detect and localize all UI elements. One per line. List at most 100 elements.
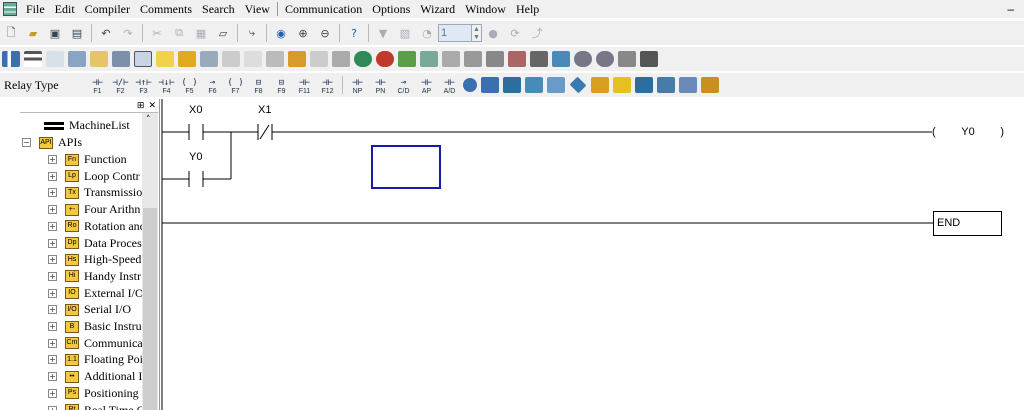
expand-icon[interactable]: + xyxy=(48,271,57,281)
pid-icon[interactable] xyxy=(481,77,499,93)
ap-button[interactable]: ⊣⊢ AP xyxy=(416,75,438,96)
step-input[interactable]: 1 xyxy=(438,24,472,42)
paste-icon[interactable]: ▦ xyxy=(191,23,211,43)
edit-cursor[interactable] xyxy=(371,145,441,189)
tree-category[interactable]: − API APIs xyxy=(22,134,82,151)
pin-panel-icon[interactable]: ⊞ xyxy=(137,101,145,111)
verify-icon[interactable] xyxy=(486,51,504,67)
menu-file[interactable]: File xyxy=(21,0,50,18)
zoom-in-icon[interactable]: ⊕ xyxy=(293,23,313,43)
f5-set-button[interactable]: ( ) F5 xyxy=(179,75,201,96)
stop-plc-icon[interactable] xyxy=(376,51,394,67)
scroll-thumb[interactable] xyxy=(143,208,157,410)
monitor-icon[interactable]: ▼ xyxy=(373,23,393,43)
io-icon[interactable] xyxy=(635,77,653,93)
close-panel-icon[interactable]: ✕ xyxy=(148,101,156,111)
list-icon[interactable] xyxy=(310,51,328,67)
device-comment-icon[interactable] xyxy=(112,51,130,67)
f6-invert-button[interactable]: ⊸ F6 xyxy=(202,75,224,96)
menu-help[interactable]: Help xyxy=(511,0,544,18)
upload-icon[interactable] xyxy=(464,51,482,67)
tree-item[interactable]: + Lp Loop Contr xyxy=(48,168,140,185)
menu-communication[interactable]: Communication xyxy=(280,0,367,18)
cd-button[interactable]: ⊸ C/D xyxy=(393,75,415,96)
search-device-icon[interactable] xyxy=(574,51,592,67)
network-icon[interactable] xyxy=(503,77,521,93)
module-icon[interactable] xyxy=(679,77,697,93)
f1-contact-button[interactable]: ⊣⊢ F1 xyxy=(87,75,109,96)
config-icon[interactable] xyxy=(530,51,548,67)
table-icon-2[interactable] xyxy=(657,77,675,93)
panel-scrollbar[interactable]: ˄ xyxy=(142,113,158,410)
pencil-icon[interactable] xyxy=(178,51,196,67)
search-text-icon[interactable] xyxy=(596,51,614,67)
help-icon[interactable]: ? xyxy=(344,23,364,43)
tree-item[interactable]: + Hs High-Speed xyxy=(48,251,141,268)
memory-icon[interactable] xyxy=(222,51,240,67)
expand-icon[interactable]: + xyxy=(48,355,57,365)
f7-coil-button[interactable]: ( ) F7 xyxy=(225,75,247,96)
expand-icon[interactable]: + xyxy=(48,238,57,248)
pn-button[interactable]: ⊣⊢ PN xyxy=(370,75,392,96)
expand-icon[interactable]: + xyxy=(48,171,57,181)
expand-icon[interactable]: + xyxy=(48,255,57,265)
tree-item[interactable]: + B Basic Instru xyxy=(48,318,142,335)
minimize-button[interactable]: – xyxy=(1007,2,1014,16)
open-folder-icon[interactable]: ▰ xyxy=(23,23,43,43)
table-icon[interactable] xyxy=(134,51,152,67)
step-spinner[interactable]: ▲ ▼ xyxy=(472,24,482,42)
expand-icon[interactable]: + xyxy=(48,205,57,215)
menu-options[interactable]: Options xyxy=(367,0,415,18)
online-icon[interactable]: ▧ xyxy=(395,23,415,43)
expand-icon[interactable]: + xyxy=(48,288,57,298)
coil-y0[interactable]: ( Y0 ) xyxy=(932,125,1004,139)
new-file-icon[interactable]: 🗋 xyxy=(1,23,21,43)
expand-icon[interactable]: + xyxy=(48,155,57,164)
undo-icon[interactable]: ↶ xyxy=(96,23,116,43)
f4-falling-button[interactable]: ⊣↓⊢ F4 xyxy=(156,75,178,96)
mail-icon[interactable] xyxy=(613,77,631,93)
pause-icon[interactable]: ● xyxy=(483,23,503,43)
block-icon[interactable] xyxy=(591,77,609,93)
download-icon[interactable] xyxy=(420,51,438,67)
printer-icon[interactable] xyxy=(618,51,636,67)
cursor-icon[interactable]: ⤷ xyxy=(242,23,262,43)
expand-icon[interactable]: + xyxy=(48,372,57,382)
f11-button[interactable]: ⊣⊢ F11 xyxy=(294,75,316,96)
compile-icon[interactable] xyxy=(68,51,86,67)
print-icon[interactable]: ▤ xyxy=(67,23,87,43)
tree-item[interactable]: +1.1 Floating Poi xyxy=(48,351,142,368)
cut-icon[interactable]: ✂ xyxy=(147,23,167,43)
code-icon[interactable] xyxy=(442,51,460,67)
expand-icon[interactable]: + xyxy=(48,322,57,331)
app-icon[interactable] xyxy=(3,2,17,16)
np-button[interactable]: ⊣⊢ NP xyxy=(347,75,369,96)
menu-view[interactable]: View xyxy=(240,0,275,18)
diamond-icon[interactable] xyxy=(569,76,587,94)
tree-item[interactable]: + Ps Positioning xyxy=(48,385,139,402)
end-instruction[interactable]: END xyxy=(933,211,1002,236)
stop-icon[interactable]: ◔ xyxy=(417,23,437,43)
redo-icon[interactable]: ↷ xyxy=(118,23,138,43)
f12-button[interactable]: ⊣⊢ F12 xyxy=(317,75,339,96)
note-icon[interactable] xyxy=(156,51,174,67)
status-icon[interactable] xyxy=(508,51,526,67)
refresh-icon[interactable]: ⟳ xyxy=(505,23,525,43)
tree-item[interactable]: + I/O Serial I/O xyxy=(48,301,131,318)
menu-search[interactable]: Search xyxy=(197,0,240,18)
f9-vertical-line-button[interactable]: ⊟ F9 xyxy=(271,75,293,96)
menu-edit[interactable]: Edit xyxy=(50,0,80,18)
chart-icon[interactable] xyxy=(552,51,570,67)
graph-icon[interactable] xyxy=(525,77,543,93)
bus-icon[interactable] xyxy=(701,77,719,93)
expand-icon[interactable]: + xyxy=(48,188,57,198)
expand-icon[interactable]: + xyxy=(48,221,57,231)
tree-item[interactable]: + Fn Function xyxy=(48,151,127,168)
collapse-icon[interactable]: − xyxy=(22,138,31,147)
grid-icon[interactable] xyxy=(200,51,218,67)
eraser-icon[interactable]: ▱ xyxy=(213,23,233,43)
zoom-out-icon[interactable]: ⊖ xyxy=(315,23,335,43)
expand-icon[interactable]: + xyxy=(48,388,57,398)
menu-wizard[interactable]: Wizard xyxy=(415,0,460,18)
clock-icon[interactable] xyxy=(463,78,477,92)
